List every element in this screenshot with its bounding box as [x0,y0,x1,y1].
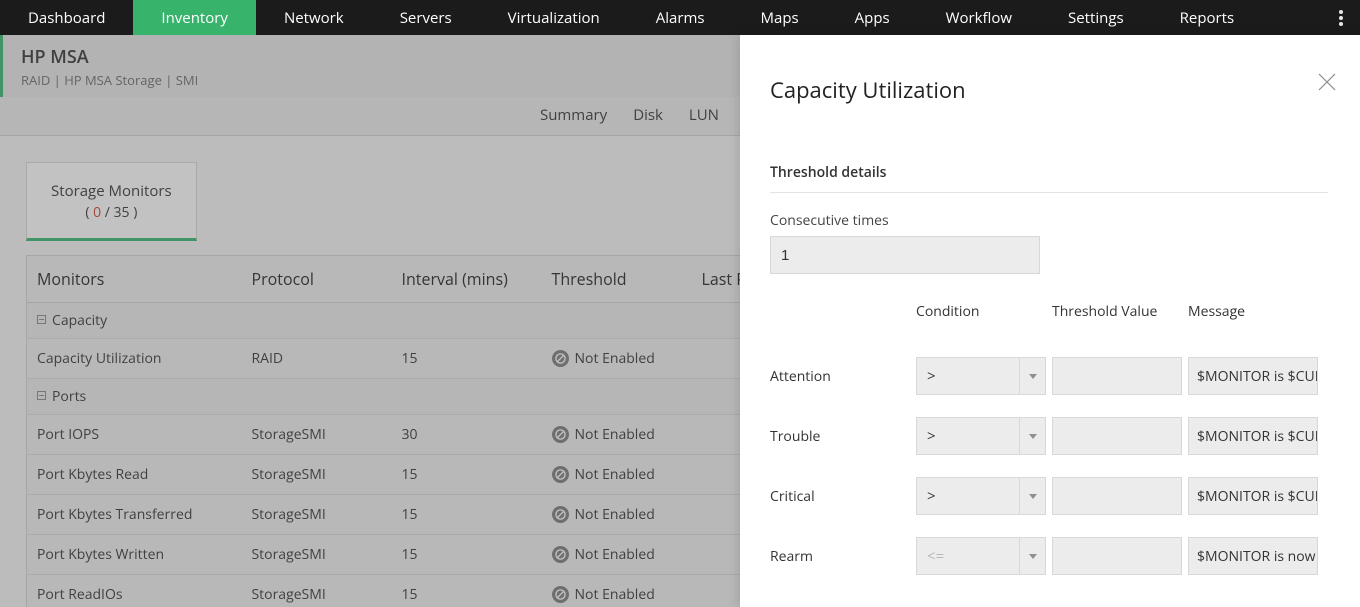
field-consecutive-times: Consecutive times [770,211,1328,274]
cell-protocol: StorageSMI [242,495,392,535]
chevron-down-icon [1019,538,1045,574]
not-enabled-icon [552,546,569,563]
threshold-row-rearm: Rearm <= $MONITOR is now b [770,537,1328,575]
nav-item-settings[interactable]: Settings [1040,0,1152,35]
nav-item-alarms[interactable]: Alarms [628,0,733,35]
col-message: Message [1188,302,1318,321]
threshold-panel: Capacity Utilization Threshold details C… [740,35,1360,607]
cell-threshold: Not Enabled [542,339,692,379]
threshold-message-input[interactable]: $MONITOR is now b [1188,537,1318,575]
cell-threshold: Not Enabled [542,495,692,535]
threshold-row-trouble: Trouble > $MONITOR is $CUR [770,417,1328,455]
nav-item-inventory[interactable]: Inventory [133,0,256,35]
top-nav: DashboardInventoryNetworkServersVirtuali… [0,0,1360,35]
cell-protocol: StorageSMI [242,415,392,455]
col-condition: Condition [916,302,1046,321]
cell-monitor: Port Kbytes Written [27,535,242,575]
cell-interval: 15 [392,339,542,379]
condition-select[interactable]: > [916,357,1046,395]
nav-item-maps[interactable]: Maps [733,0,827,35]
chevron-down-icon [1019,418,1045,454]
close-icon[interactable] [1316,71,1338,93]
th-interval[interactable]: Interval (mins) [392,256,542,303]
tabcard-title: Storage Monitors [51,181,172,201]
label-consecutive-times: Consecutive times [770,211,1328,230]
cell-monitor: Capacity Utilization [27,339,242,379]
cell-threshold: Not Enabled [542,535,692,575]
not-enabled-icon [552,506,569,523]
cell-protocol: StorageSMI [242,455,392,495]
cell-protocol: RAID [242,339,392,379]
not-enabled-icon [552,350,569,367]
collapse-icon[interactable] [37,391,46,400]
nav-item-servers[interactable]: Servers [372,0,480,35]
th-threshold[interactable]: Threshold [542,256,692,303]
condition-select[interactable]: > [916,477,1046,515]
threshold-value-input[interactable] [1052,357,1182,395]
threshold-grid: Condition Threshold Value Message Attent… [770,302,1328,575]
cell-monitor: Port Kbytes Transferred [27,495,242,535]
kebab-menu-icon[interactable] [1330,0,1352,35]
nav-item-dashboard[interactable]: Dashboard [0,0,133,35]
section-threshold-details: Threshold details [770,163,1328,193]
cell-interval: 15 [392,455,542,495]
cell-threshold: Not Enabled [542,455,692,495]
condition-select: <= [916,537,1046,575]
cell-threshold: Not Enabled [542,575,692,607]
cell-interval: 15 [392,535,542,575]
tab-storage-monitors[interactable]: Storage Monitors ( 0 / 35 ) [26,162,197,241]
threshold-message-input[interactable]: $MONITOR is $CUR [1188,417,1318,455]
cell-interval: 30 [392,415,542,455]
threshold-row-label: Trouble [770,427,910,446]
cell-protocol: StorageSMI [242,535,392,575]
cell-interval: 15 [392,575,542,607]
not-enabled-icon [552,586,569,603]
condition-select[interactable]: > [916,417,1046,455]
th-monitors[interactable]: Monitors [27,256,242,303]
collapse-icon[interactable] [37,315,46,324]
not-enabled-icon [552,466,569,483]
nav-item-reports[interactable]: Reports [1152,0,1263,35]
nav-item-virtualization[interactable]: Virtualization [480,0,628,35]
nav-item-apps[interactable]: Apps [827,0,918,35]
cell-protocol: StorageSMI [242,575,392,607]
col-threshold-value: Threshold Value [1052,302,1182,321]
nav-item-workflow[interactable]: Workflow [918,0,1040,35]
threshold-value-input[interactable] [1052,537,1182,575]
nav-item-network[interactable]: Network [256,0,372,35]
threshold-message-input[interactable]: $MONITOR is $CUR [1188,357,1318,395]
input-consecutive-times[interactable] [770,236,1040,274]
threshold-row-label: Critical [770,487,910,506]
subtab-summary[interactable]: Summary [540,105,607,125]
threshold-value-input[interactable] [1052,477,1182,515]
chevron-down-icon [1019,478,1045,514]
not-enabled-icon [552,426,569,443]
tabcard-count: ( 0 / 35 ) [51,203,172,222]
subtab-lun[interactable]: LUN [689,105,719,125]
threshold-row-critical: Critical > $MONITOR is $CUR [770,477,1328,515]
threshold-row-attention: Attention > $MONITOR is $CUR [770,357,1328,395]
th-protocol[interactable]: Protocol [242,256,392,303]
threshold-row-label: Rearm [770,547,910,566]
cell-interval: 15 [392,495,542,535]
cell-threshold: Not Enabled [542,415,692,455]
cell-monitor: Port Kbytes Read [27,455,242,495]
cell-monitor: Port ReadIOs [27,575,242,607]
threshold-row-label: Attention [770,367,910,386]
threshold-message-input[interactable]: $MONITOR is $CUR [1188,477,1318,515]
subtab-disk[interactable]: Disk [633,105,663,125]
cell-monitor: Port IOPS [27,415,242,455]
chevron-down-icon [1019,358,1045,394]
panel-title: Capacity Utilization [770,75,1328,105]
threshold-value-input[interactable] [1052,417,1182,455]
